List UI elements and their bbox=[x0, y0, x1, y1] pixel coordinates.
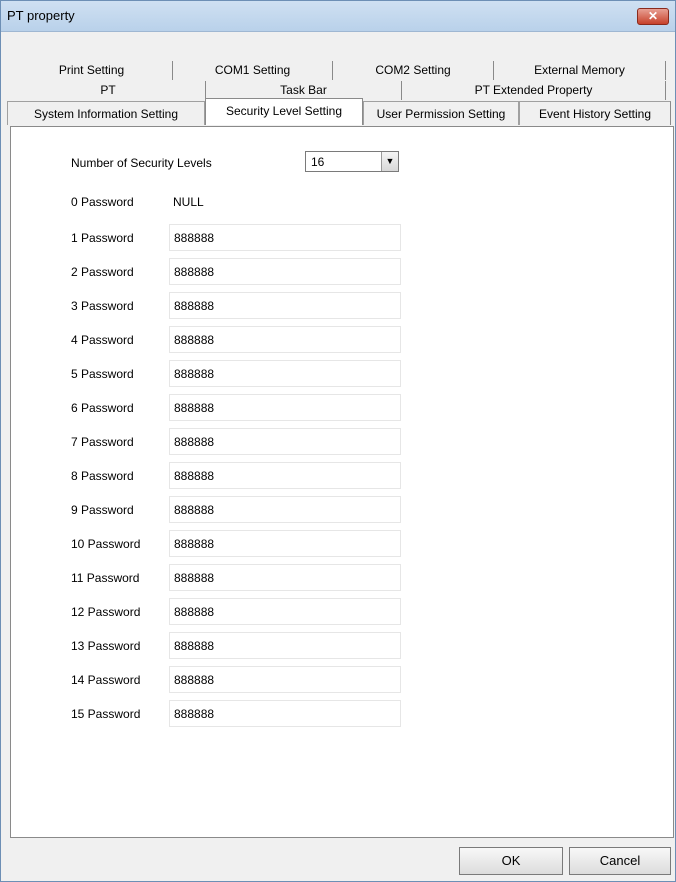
password-label: 1 Password bbox=[71, 231, 134, 245]
security-levels-select[interactable]: 16 ▼ bbox=[305, 151, 399, 172]
password-field[interactable]: 888888 bbox=[169, 462, 401, 489]
password-label: 11 Password bbox=[71, 571, 140, 585]
password-field[interactable]: 888888 bbox=[169, 258, 401, 285]
tab-security-level-setting[interactable]: Security Level Setting bbox=[205, 98, 363, 125]
password-field[interactable]: 888888 bbox=[169, 360, 401, 387]
password-field[interactable]: 888888 bbox=[169, 292, 401, 319]
password-field[interactable]: 888888 bbox=[169, 428, 401, 455]
tab-system-information-setting[interactable]: System Information Setting bbox=[7, 101, 205, 125]
password-label: 3 Password bbox=[71, 299, 134, 313]
password-label: 7 Password bbox=[71, 435, 134, 449]
password-field[interactable]: 888888 bbox=[169, 564, 401, 591]
password-field[interactable]: 888888 bbox=[169, 700, 401, 727]
security-levels-label: Number of Security Levels bbox=[71, 156, 212, 170]
password-field[interactable]: 888888 bbox=[169, 632, 401, 659]
tab-external-memory[interactable]: External Memory bbox=[494, 61, 666, 80]
password-field[interactable]: 888888 bbox=[169, 394, 401, 421]
password-label: 15 Password bbox=[71, 707, 141, 721]
pt-property-dialog: PT property ✕ Print Setting COM1 Setting… bbox=[0, 0, 676, 882]
password-label: 5 Password bbox=[71, 367, 134, 381]
password-field[interactable]: 888888 bbox=[169, 326, 401, 353]
password-label: 10 Password bbox=[71, 537, 141, 551]
password-label: 13 Password bbox=[71, 639, 141, 653]
tab-print-setting[interactable]: Print Setting bbox=[11, 61, 173, 80]
tab-pt[interactable]: PT bbox=[11, 81, 206, 100]
password-label: 4 Password bbox=[71, 333, 134, 347]
password-field[interactable]: 888888 bbox=[169, 496, 401, 523]
password-field[interactable]: 888888 bbox=[169, 224, 401, 251]
password-field[interactable]: 888888 bbox=[169, 530, 401, 557]
tab-pt-extended-property[interactable]: PT Extended Property bbox=[402, 81, 666, 100]
chevron-down-icon[interactable]: ▼ bbox=[381, 152, 398, 171]
title-bar[interactable]: PT property ✕ bbox=[1, 1, 675, 32]
tab-row-1: Print Setting COM1 Setting COM2 Setting … bbox=[11, 61, 666, 80]
tab-event-history-setting[interactable]: Event History Setting bbox=[519, 101, 671, 125]
password-label: 2 Password bbox=[71, 265, 134, 279]
cancel-button[interactable]: Cancel bbox=[569, 847, 671, 875]
ok-button[interactable]: OK bbox=[459, 847, 563, 875]
tab-row-3: System Information Setting Security Leve… bbox=[7, 98, 671, 125]
password-field[interactable]: 888888 bbox=[169, 666, 401, 693]
password-label: 9 Password bbox=[71, 503, 134, 517]
close-button[interactable]: ✕ bbox=[637, 8, 669, 25]
security-levels-value: 16 bbox=[311, 155, 325, 169]
window-title: PT property bbox=[7, 8, 75, 23]
tab-com2-setting[interactable]: COM2 Setting bbox=[333, 61, 494, 80]
password-label: 8 Password bbox=[71, 469, 134, 483]
password-field[interactable]: 888888 bbox=[169, 598, 401, 625]
password-label: 6 Password bbox=[71, 401, 134, 415]
password-label: 12 Password bbox=[71, 605, 141, 619]
password-0-label: 0 Password bbox=[71, 195, 134, 209]
password-label: 14 Password bbox=[71, 673, 141, 687]
password-0-value: NULL bbox=[173, 195, 204, 209]
tab-com1-setting[interactable]: COM1 Setting bbox=[173, 61, 333, 80]
tab-user-permission-setting[interactable]: User Permission Setting bbox=[363, 101, 519, 125]
